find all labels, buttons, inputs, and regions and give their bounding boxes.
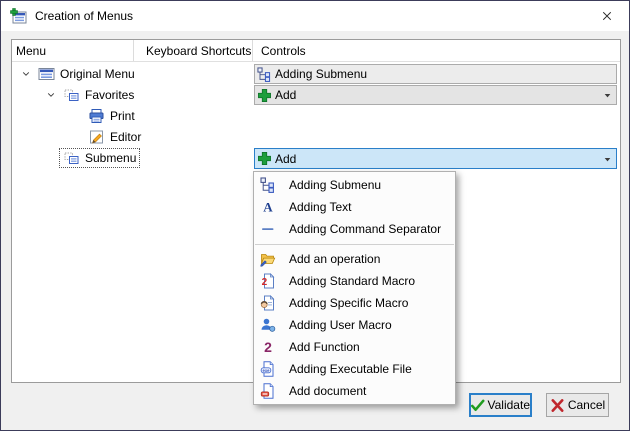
- validate-button[interactable]: Validate: [469, 393, 532, 417]
- column-header-menu: Menu: [12, 40, 134, 61]
- close-button[interactable]: [584, 1, 629, 31]
- text-icon: [260, 199, 276, 215]
- function-icon: [260, 339, 276, 355]
- control-label: Add: [275, 152, 296, 166]
- add-plus-icon: [257, 151, 272, 166]
- tree-node-original-menu[interactable]: Original Menu: [34, 64, 139, 84]
- hierarchy-icon: [257, 67, 272, 82]
- chevron-spacer: [68, 126, 84, 147]
- expand-chevron[interactable]: [43, 84, 59, 105]
- specific-macro-icon: [260, 295, 276, 311]
- close-icon: [601, 10, 613, 22]
- expand-chevron[interactable]: [18, 63, 34, 84]
- table-header: Menu Keyboard Shortcuts Controls: [12, 40, 620, 62]
- standard-macro-icon: [260, 273, 276, 289]
- dropdown-item-label: Adding Command Separator: [289, 222, 441, 236]
- tree-item-editor[interactable]: Editor: [68, 126, 145, 147]
- control-label: Adding Submenu: [275, 67, 367, 81]
- dropdown-item-label: Add document: [289, 384, 366, 398]
- control-label: Add: [275, 88, 296, 102]
- hierarchy-icon: [260, 177, 276, 193]
- combo-dropdown-arrow-icon[interactable]: [603, 91, 612, 100]
- tree-node-print[interactable]: Print: [84, 106, 139, 126]
- window-title: Creation of Menus: [35, 9, 133, 23]
- dropdown-separator: [255, 244, 454, 245]
- dropdown-item-label: Add Function: [289, 340, 360, 354]
- combo-dropdown-arrow-icon[interactable]: [603, 155, 612, 164]
- dropdown-item-adding-user-macro[interactable]: Adding User Macro: [254, 314, 455, 336]
- dropdown-item-adding-submenu[interactable]: Adding Submenu: [254, 174, 455, 196]
- creation-of-menus-dialog: Creation of Menus Menu Keyboard Shortcut…: [0, 0, 630, 431]
- cancel-button-label: Cancel: [568, 398, 605, 412]
- menu-icon: [38, 66, 55, 82]
- dropdown-item-add-an-operation[interactable]: Add an operation: [254, 248, 455, 270]
- add-combobox-row4[interactable]: Add: [254, 148, 617, 169]
- dropdown-item-adding-executable-file[interactable]: Adding Executable File: [254, 358, 455, 380]
- dropdown-item-add-document[interactable]: Add document: [254, 380, 455, 402]
- dropdown-item-adding-specific-macro[interactable]: Adding Specific Macro: [254, 292, 455, 314]
- add-dropdown-menu: Adding Submenu Adding Text Adding Command …: [253, 171, 456, 405]
- dropdown-item-label: Adding Standard Macro: [289, 274, 415, 288]
- tree-item-favorites[interactable]: Favorites: [43, 84, 138, 105]
- editor-icon: [88, 129, 105, 145]
- tree-item-original-menu[interactable]: Original Menu: [18, 63, 139, 84]
- operation-icon: [260, 251, 276, 267]
- tree-node-submenu[interactable]: Submenu: [59, 148, 140, 168]
- user-macro-icon: [260, 317, 276, 333]
- dropdown-item-label: Adding Text: [289, 200, 352, 214]
- add-combobox-row1[interactable]: Add: [254, 85, 617, 105]
- titlebar: Creation of Menus: [1, 1, 629, 31]
- menu-creation-app-icon: [9, 8, 27, 24]
- executable-file-icon: [260, 361, 276, 377]
- submenu-icon: [63, 150, 80, 166]
- dropdown-item-label: Add an operation: [289, 252, 380, 266]
- separator-line-icon: [260, 221, 276, 237]
- add-plus-icon: [257, 88, 272, 103]
- dropdown-item-adding-text[interactable]: Adding Text: [254, 196, 455, 218]
- tree-item-label: Favorites: [85, 88, 134, 102]
- tree-item-print[interactable]: Print: [68, 105, 139, 126]
- tree-item-label: Print: [110, 109, 135, 123]
- tree-item-submenu[interactable]: Submenu: [43, 147, 140, 168]
- tree-node-favorites[interactable]: Favorites: [59, 85, 138, 105]
- column-header-keyboard-shortcuts: Keyboard Shortcuts: [134, 40, 253, 61]
- dropdown-item-label: Adding Executable File: [289, 362, 412, 376]
- chevron-down-icon: [21, 69, 31, 79]
- column-header-controls: Controls: [253, 40, 620, 61]
- submenu-icon: [63, 87, 80, 103]
- dropdown-item-label: Adding Submenu: [289, 178, 381, 192]
- checkmark-icon: [471, 398, 485, 413]
- chevron-down-icon: [46, 90, 56, 100]
- red-x-icon: [550, 398, 565, 413]
- tree-item-label: Original Menu: [60, 67, 135, 81]
- tree-node-editor[interactable]: Editor: [84, 127, 145, 147]
- chevron-spacer: [43, 147, 59, 168]
- cancel-button[interactable]: Cancel: [546, 393, 609, 417]
- dropdown-item-add-function[interactable]: Add Function: [254, 336, 455, 358]
- printer-icon: [88, 108, 105, 124]
- dropdown-item-label: Adding User Macro: [289, 318, 392, 332]
- adding-submenu-button-row0[interactable]: Adding Submenu: [254, 64, 617, 84]
- dropdown-item-label: Adding Specific Macro: [289, 296, 408, 310]
- chevron-spacer: [68, 105, 84, 126]
- document-icon: [260, 383, 276, 399]
- tree-item-label: Editor: [110, 130, 141, 144]
- tree-item-label: Submenu: [85, 151, 136, 165]
- validate-button-label: Validate: [488, 398, 530, 412]
- dropdown-item-adding-command-separator[interactable]: Adding Command Separator: [254, 218, 455, 240]
- dropdown-item-adding-standard-macro[interactable]: Adding Standard Macro: [254, 270, 455, 292]
